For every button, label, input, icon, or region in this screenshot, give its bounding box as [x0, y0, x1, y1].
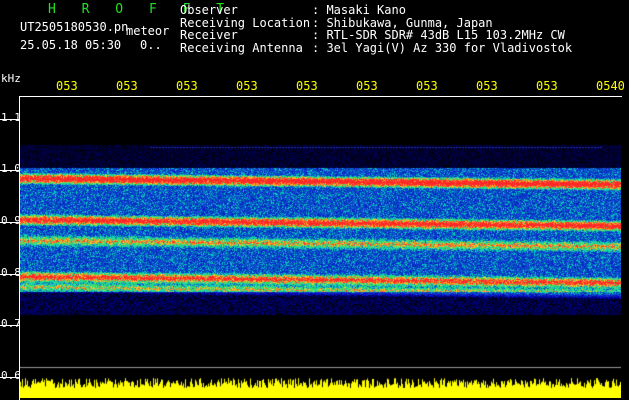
- header-panel: H R O F F T UT2505180530.pn meteor 25.05…: [0, 0, 629, 72]
- time-tick-label: 053: [56, 79, 78, 93]
- antenna-label: Receiving Antenna: [180, 40, 303, 55]
- freq-tick-mark: [0, 222, 20, 223]
- freq-tick-mark: [0, 170, 20, 172]
- freq-tick-mark: [0, 273, 20, 275]
- time-tick-label: 053: [236, 79, 258, 93]
- timestamp: 25.05.18 05:30: [20, 38, 122, 52]
- freq-tick-mark: [0, 118, 20, 120]
- antenna-row: Receiving Antenna: 3el Yagi(V) Az 330 fo…: [180, 40, 573, 55]
- spectrogram-plot: [20, 98, 621, 398]
- filename: UT2505180530.pn: [20, 20, 129, 34]
- timestamp-suffix: 0..: [140, 38, 162, 52]
- freq-tick-label: 0.7: [1, 317, 21, 331]
- observer-label: Observer: [180, 3, 238, 17]
- freq-tick-mark: [0, 325, 20, 327]
- unit-label: kHz: [1, 72, 21, 85]
- freq-tick-label: 0.6: [1, 369, 21, 382]
- time-tick-label: 053: [116, 79, 138, 93]
- time-tick-label: 053: [356, 79, 378, 93]
- time-tick-label: 053: [416, 79, 438, 93]
- time-tick-label: 053: [536, 79, 558, 93]
- time-tick-label: 0540: [596, 79, 625, 93]
- receiver-label: Receiver: [180, 28, 238, 42]
- antenna-value: 3el Yagi(V) Az 330 for Vladivostok: [326, 40, 573, 55]
- freq-tick-label: 0.9: [1, 214, 21, 227]
- time-tick-label: 053: [476, 79, 498, 93]
- separator: :: [312, 40, 327, 55]
- freq-tick-mark: [0, 377, 20, 378]
- event-label: meteor: [126, 24, 170, 38]
- plot-top-border: [19, 96, 622, 97]
- freq-tick-label: 1.0: [1, 162, 21, 176]
- freq-tick-label: 0.8: [1, 265, 21, 279]
- time-tick-label: 053: [176, 79, 198, 93]
- freq-tick-label: 1.1: [1, 110, 21, 124]
- station-info: Observer: Masaki Kano Receiving Location…: [180, 4, 572, 54]
- time-tick-label: 053: [296, 79, 318, 93]
